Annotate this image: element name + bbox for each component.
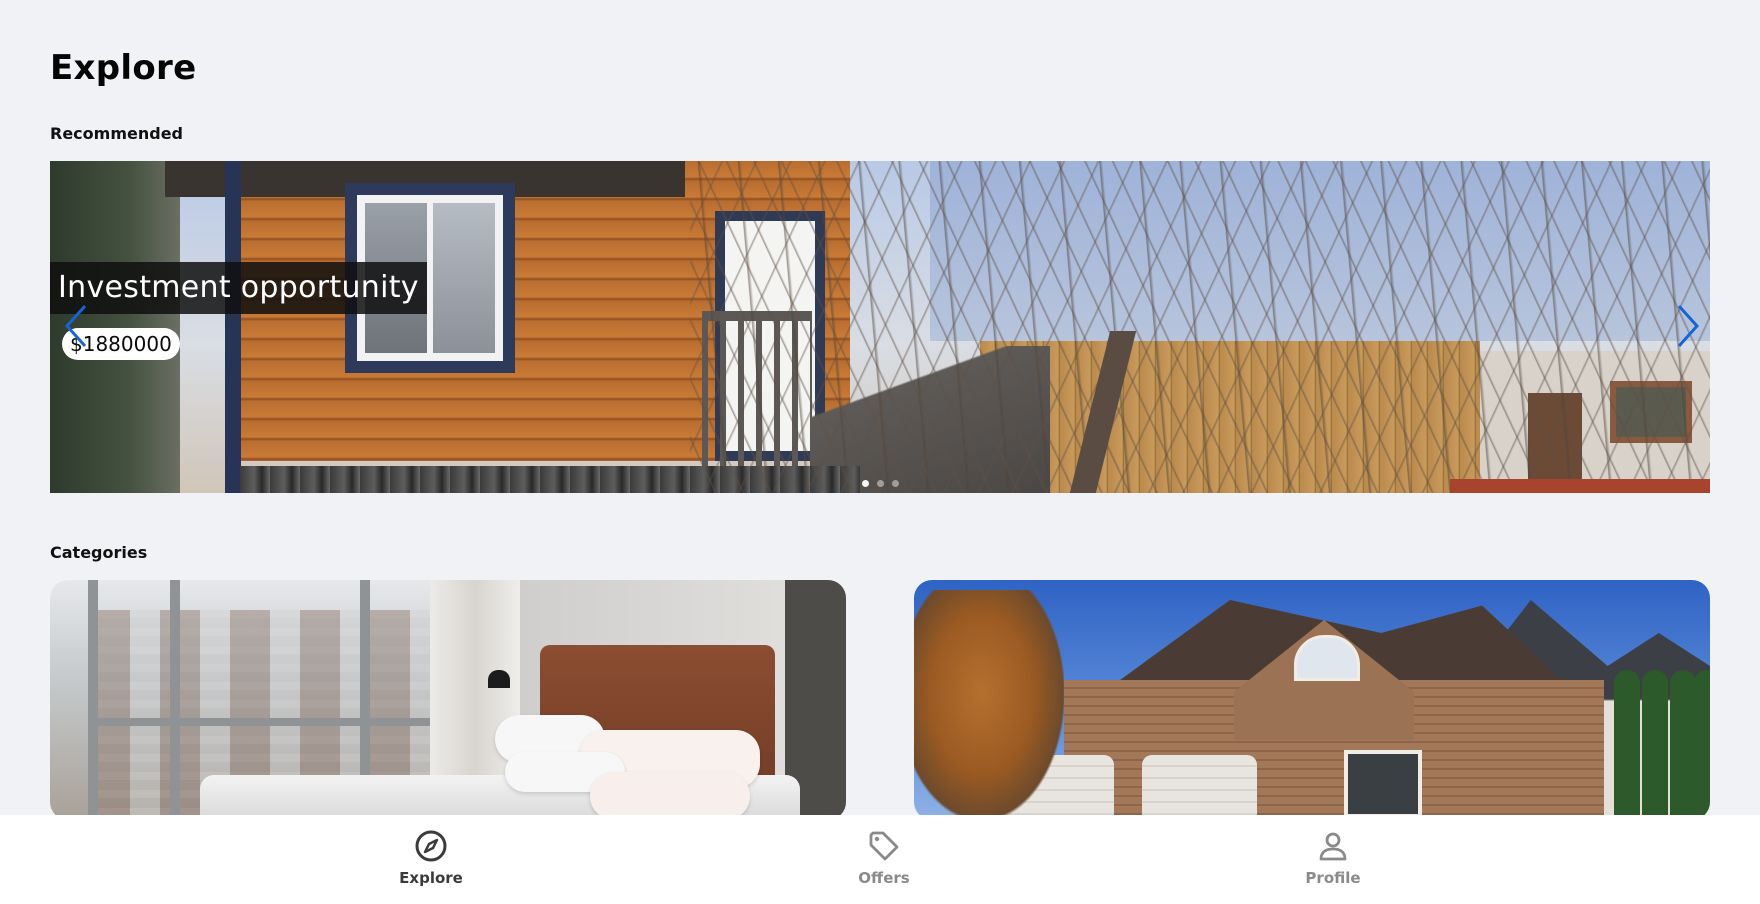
nav-profile-label: Profile: [1305, 869, 1361, 887]
nav-offers-label: Offers: [858, 869, 910, 887]
carousel-dot-1[interactable]: [861, 480, 869, 487]
carousel-prev-button[interactable]: [58, 301, 98, 351]
person-icon: [1316, 829, 1350, 863]
category-card-house[interactable]: [914, 580, 1710, 820]
recommended-heading: Recommended: [50, 124, 183, 143]
compass-icon: [414, 829, 448, 863]
categories-heading: Categories: [50, 543, 148, 562]
carousel-indicators: [50, 480, 1710, 487]
slide-title: Investment opportunity: [50, 262, 427, 314]
carousel-dot-3[interactable]: [891, 480, 899, 487]
tag-icon: [867, 829, 901, 863]
page-title: Explore: [50, 48, 197, 88]
carousel-next-button[interactable]: [1666, 301, 1706, 351]
nav-profile[interactable]: Profile: [1263, 829, 1403, 887]
nav-offers[interactable]: Offers: [814, 829, 954, 887]
category-card-bedroom[interactable]: [50, 580, 846, 820]
recommended-carousel[interactable]: Investment opportunity $1880000: [50, 161, 1710, 493]
chevron-left-icon: [64, 304, 87, 348]
chevron-right-icon: [1677, 304, 1700, 348]
bottom-navigation: Explore Offers Profile: [0, 815, 1760, 904]
carousel-dot-2[interactable]: [876, 480, 884, 487]
app-root: Explore Recommended Investment opportuni…: [0, 0, 1760, 904]
listing-photo: [50, 161, 1710, 493]
nav-explore[interactable]: Explore: [361, 829, 501, 887]
nav-explore-label: Explore: [399, 869, 463, 887]
